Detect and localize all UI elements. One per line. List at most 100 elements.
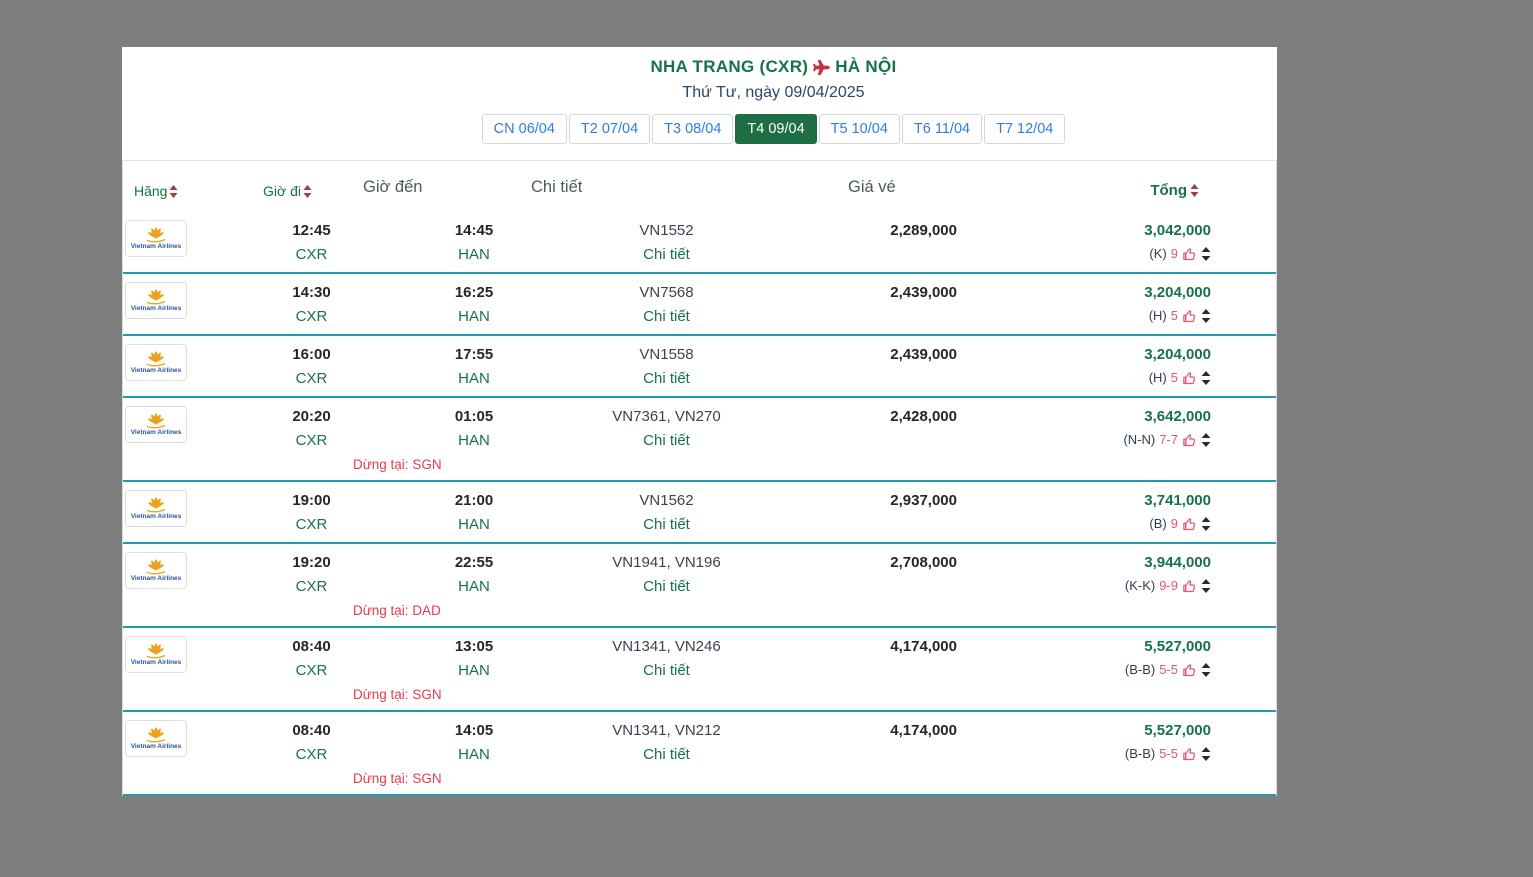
price-stepper[interactable] — [1201, 309, 1211, 323]
price-stepper[interactable] — [1201, 747, 1211, 761]
flight-number: VN7361, VN270 — [612, 408, 721, 425]
departure-time: 08:40 — [292, 638, 331, 655]
departure-time: 14:30 — [292, 284, 331, 301]
stopover-note: Dừng tại: SGN — [353, 771, 442, 786]
price-stepper[interactable] — [1201, 663, 1211, 677]
departure-cell: 08:40 CXR — [245, 635, 378, 683]
base-price: 4,174,000 — [890, 638, 957, 655]
date-tab[interactable]: T5 10/04 — [818, 114, 900, 144]
fare-class: (N-N) — [1123, 432, 1156, 447]
detail-link[interactable]: Chi tiết — [643, 428, 690, 453]
sort-departure-header[interactable]: Giờ đi — [263, 183, 312, 199]
airline-name: Vietnam Airlines — [130, 242, 182, 250]
airline-cell: Vietnam Airlines — [123, 719, 245, 767]
arrival-header: Giờ đến — [363, 178, 423, 196]
price-stepper[interactable] — [1201, 579, 1211, 593]
arrival-cell: 21:00 HAN — [378, 489, 570, 537]
vietnam-airlines-logo: Vietnam Airlines — [125, 720, 187, 757]
details-cell: VN1558 Chi tiết — [570, 343, 763, 391]
fare-class: (H) — [1148, 370, 1167, 385]
detail-link[interactable]: Chi tiết — [643, 742, 690, 767]
total-price: 5,527,000 — [1144, 638, 1211, 655]
details-cell: VN1552 Chi tiết — [570, 219, 763, 267]
fare-info: (H) 5 — [973, 304, 1211, 328]
departure-airport-code: CXR — [295, 578, 328, 595]
flight-results-panel: NHA TRANG (CXR) HÀ NỘI Thứ Tư, ngày 09/0… — [122, 47, 1277, 796]
arrival-cell: 16:25 HAN — [378, 281, 570, 329]
total-price: 3,944,000 — [1144, 554, 1211, 571]
detail-link[interactable]: Chi tiết — [643, 574, 690, 599]
sort-total-header[interactable]: Tổng — [1150, 182, 1199, 199]
airline-name: Vietnam Airlines — [130, 304, 182, 312]
details-cell: VN1341, VN212 Chi tiết — [570, 719, 763, 767]
date-tab-selected[interactable]: T4 09/04 — [735, 114, 817, 144]
arrival-cell: 14:45 HAN — [378, 219, 570, 267]
sort-airline-header[interactable]: Hãng — [134, 183, 178, 199]
flight-number: VN1552 — [639, 222, 694, 239]
thumbs-up-icon — [1182, 433, 1197, 448]
departure-airport-code: CXR — [295, 370, 328, 387]
total-price: 3,042,000 — [1144, 222, 1211, 239]
vietnam-airlines-logo: Vietnam Airlines — [125, 552, 187, 589]
detail-link[interactable]: Chi tiết — [643, 304, 690, 329]
airline-name: Vietnam Airlines — [130, 366, 182, 374]
travel-date: Thứ Tư, ngày 09/04/2025 — [682, 84, 865, 101]
total-cell: 3,042,000 (K) 9 — [973, 219, 1278, 267]
plane-icon — [812, 59, 831, 75]
flight-row: Vietnam Airlines 20:20 CXR 01:05 HAN VN7… — [123, 398, 1276, 482]
arrival-time: 01:05 — [454, 408, 494, 425]
departure-airport-code: CXR — [295, 746, 328, 763]
departure-airport-code: CXR — [295, 432, 328, 449]
departure-cell: 19:00 CXR — [245, 489, 378, 537]
price-stepper[interactable] — [1201, 247, 1211, 261]
date-tab[interactable]: T2 07/04 — [568, 114, 651, 144]
fare-info: (B-B) 5-5 — [973, 658, 1211, 682]
fare-info: (K) 9 — [973, 242, 1211, 266]
arrival-airport-code: HAN — [458, 746, 490, 763]
lotus-icon — [146, 558, 166, 574]
date-tab[interactable]: T6 11/04 — [901, 114, 983, 144]
detail-link[interactable]: Chi tiết — [643, 366, 690, 391]
route-title: NHA TRANG (CXR) HÀ NỘI — [270, 57, 1277, 77]
fare-info: (K-K) 9-9 — [973, 574, 1211, 598]
details-cell: VN7568 Chi tiết — [570, 281, 763, 329]
date-tab[interactable]: T7 12/04 — [984, 114, 1066, 144]
details-cell: VN7361, VN270 Chi tiết — [570, 405, 763, 453]
flight-number: VN7568 — [639, 284, 694, 301]
price-stepper[interactable] — [1201, 517, 1211, 531]
price-stepper[interactable] — [1201, 433, 1211, 447]
route-to: HÀ NỘI — [835, 57, 897, 76]
vietnam-airlines-logo: Vietnam Airlines — [125, 636, 187, 673]
price-cell: 2,708,000 — [763, 551, 973, 599]
detail-link[interactable]: Chi tiết — [643, 658, 690, 683]
price-stepper[interactable] — [1201, 371, 1211, 385]
arrival-time: 22:55 — [454, 554, 494, 571]
thumbs-up-icon — [1182, 579, 1197, 594]
detail-link[interactable]: Chi tiết — [643, 512, 690, 537]
flight-row: Vietnam Airlines 08:40 CXR 14:05 HAN VN1… — [123, 712, 1276, 796]
flight-row: Vietnam Airlines 12:45 CXR 14:45 HAN VN1… — [123, 212, 1276, 274]
price-cell: 2,289,000 — [763, 219, 973, 267]
departure-airport-code: CXR — [295, 662, 328, 679]
date-tab[interactable]: T3 08/04 — [652, 114, 734, 144]
airline-cell: Vietnam Airlines — [123, 551, 245, 599]
price-cell: 2,439,000 — [763, 281, 973, 329]
stopover-note: Dừng tại: SGN — [353, 457, 442, 472]
vietnam-airlines-logo: Vietnam Airlines — [125, 344, 187, 381]
thumbs-up-icon — [1182, 371, 1197, 386]
arrival-time: 14:05 — [454, 722, 494, 739]
seats-left: 9-9 — [1159, 578, 1178, 593]
details-cell: VN1562 Chi tiết — [570, 489, 763, 537]
fare-info: (B) 9 — [973, 512, 1211, 536]
detail-link[interactable]: Chi tiết — [643, 242, 690, 267]
total-cell: 3,204,000 (H) 5 — [973, 343, 1278, 391]
departure-time: 16:00 — [292, 346, 331, 363]
airline-cell: Vietnam Airlines — [123, 405, 245, 453]
base-price: 2,937,000 — [890, 492, 957, 509]
lotus-icon — [146, 288, 166, 304]
total-price: 3,741,000 — [1144, 492, 1211, 509]
date-tab[interactable]: CN 06/04 — [481, 114, 567, 144]
seats-left: 9 — [1170, 516, 1178, 531]
fare-class: (H) — [1148, 308, 1167, 323]
departure-airport-code: CXR — [295, 516, 328, 533]
